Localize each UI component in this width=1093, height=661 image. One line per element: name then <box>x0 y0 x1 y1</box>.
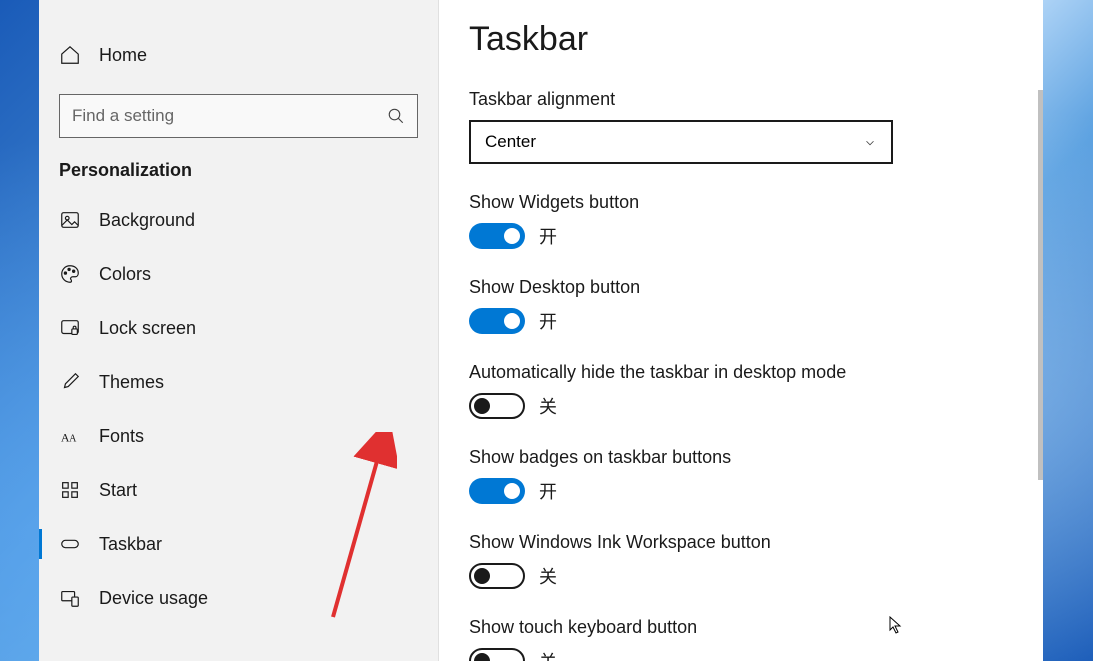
toggle-state: 开 <box>539 308 557 334</box>
dropdown-value: Center <box>485 132 536 152</box>
lock-screen-icon <box>59 317 81 339</box>
alignment-dropdown[interactable]: Center <box>469 120 893 164</box>
ink-toggle[interactable] <box>469 563 525 589</box>
toggle-label: Show badges on taskbar buttons <box>469 447 1013 468</box>
chevron-down-icon <box>863 135 877 149</box>
fonts-icon: AA <box>59 425 81 447</box>
sidebar-item-device-usage[interactable]: Device usage <box>39 571 438 625</box>
toggle-state: 关 <box>539 648 557 661</box>
sidebar: Home Personalization Background Colors <box>39 0 439 661</box>
palette-icon <box>59 263 81 285</box>
scrollbar[interactable] <box>1038 0 1043 661</box>
toggle-state: 开 <box>539 223 557 249</box>
desktop-toggle[interactable] <box>469 308 525 334</box>
brush-icon <box>59 371 81 393</box>
toggle-desktop: Show Desktop button 开 <box>469 277 1013 334</box>
toggle-state: 开 <box>539 478 557 504</box>
category-heading: Personalization <box>39 142 438 193</box>
settings-window: Home Personalization Background Colors <box>39 0 1043 661</box>
toggle-ink: Show Windows Ink Workspace button 关 <box>469 532 1013 589</box>
image-icon <box>59 209 81 231</box>
alignment-label: Taskbar alignment <box>469 89 1013 110</box>
toggle-touch-keyboard: Show touch keyboard button 关 <box>469 617 1013 661</box>
sidebar-item-fonts[interactable]: AA Fonts <box>39 409 438 463</box>
alignment-setting: Taskbar alignment Center <box>469 89 1013 164</box>
device-usage-icon <box>59 587 81 609</box>
sidebar-item-label: Themes <box>99 372 164 393</box>
toggle-widgets: Show Widgets button 开 <box>469 192 1013 249</box>
search-input[interactable] <box>72 106 387 126</box>
toggle-label: Automatically hide the taskbar in deskto… <box>469 362 1013 383</box>
toggle-label: Show Desktop button <box>469 277 1013 298</box>
toggle-label: Show Windows Ink Workspace button <box>469 532 1013 553</box>
touch-keyboard-toggle[interactable] <box>469 648 525 661</box>
sidebar-item-label: Start <box>99 480 137 501</box>
search-box[interactable] <box>59 94 418 138</box>
sidebar-item-label: Device usage <box>99 588 208 609</box>
sidebar-item-label: Colors <box>99 264 151 285</box>
sidebar-item-lock-screen[interactable]: Lock screen <box>39 301 438 355</box>
sidebar-item-background[interactable]: Background <box>39 193 438 247</box>
home-icon <box>59 44 81 66</box>
sidebar-item-colors[interactable]: Colors <box>39 247 438 301</box>
page-title: Taskbar <box>469 20 1013 59</box>
sidebar-item-label: Fonts <box>99 426 144 447</box>
content-area: Taskbar Taskbar alignment Center Show Wi… <box>439 0 1043 661</box>
sidebar-item-label: Lock screen <box>99 318 196 339</box>
widgets-toggle[interactable] <box>469 223 525 249</box>
nav-home[interactable]: Home <box>39 28 438 82</box>
sidebar-item-taskbar[interactable]: Taskbar <box>39 517 438 571</box>
sidebar-item-themes[interactable]: Themes <box>39 355 438 409</box>
sidebar-item-label: Background <box>99 210 195 231</box>
autohide-toggle[interactable] <box>469 393 525 419</box>
sidebar-item-label: Taskbar <box>99 534 162 555</box>
toggle-badges: Show badges on taskbar buttons 开 <box>469 447 1013 504</box>
svg-text:A: A <box>69 434 77 445</box>
taskbar-icon <box>59 533 81 555</box>
toggle-label: Show Widgets button <box>469 192 1013 213</box>
toggle-label: Show touch keyboard button <box>469 617 1013 638</box>
toggle-state: 关 <box>539 393 557 419</box>
search-icon <box>387 107 405 125</box>
start-grid-icon <box>59 479 81 501</box>
sidebar-item-start[interactable]: Start <box>39 463 438 517</box>
toggle-autohide: Automatically hide the taskbar in deskto… <box>469 362 1013 419</box>
badges-toggle[interactable] <box>469 478 525 504</box>
nav-label: Home <box>99 45 147 66</box>
scrollbar-thumb[interactable] <box>1038 90 1043 480</box>
toggle-state: 关 <box>539 563 557 589</box>
